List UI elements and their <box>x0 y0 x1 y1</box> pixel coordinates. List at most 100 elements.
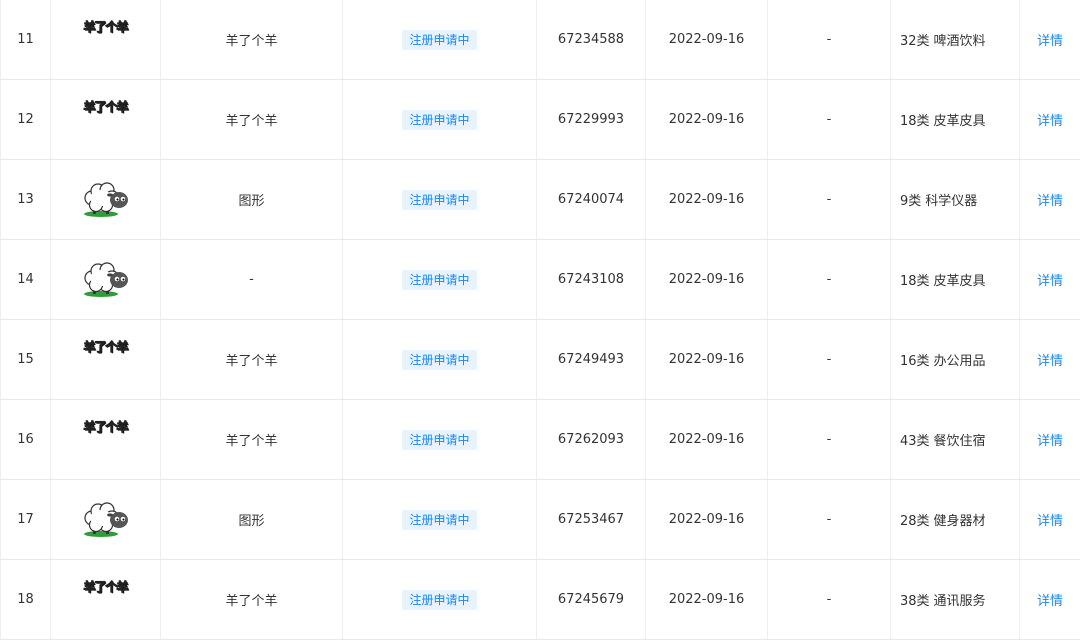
empty-field: - <box>767 399 891 480</box>
application-date: 2022-09-16 <box>645 479 768 560</box>
status-cell: 注册申请中 <box>342 159 537 240</box>
class-number: 38类 <box>900 594 930 609</box>
trademark-name: 羊了个羊 <box>160 0 343 80</box>
trademark-logo[interactable]: 羊了个羊 <box>50 79 161 160</box>
class-number: 18类 <box>900 114 930 129</box>
row-number: 14 <box>0 239 51 320</box>
class-cell: 18类 皮革皮具 <box>890 79 1020 160</box>
trademark-name-text: 羊了个羊 <box>225 434 278 449</box>
status-cell: 注册申请中 <box>342 559 537 640</box>
row-number-text: 18 <box>17 592 34 607</box>
application-date-text: 2022-09-16 <box>668 432 745 447</box>
logo-slot <box>80 261 132 304</box>
trademark-name: 图形 <box>160 479 343 560</box>
detail-link[interactable]: 详情 <box>1037 194 1063 209</box>
application-date-text: 2022-09-16 <box>668 592 745 607</box>
logo-slot <box>80 181 132 224</box>
application-date: 2022-09-16 <box>645 159 768 240</box>
status-badge: 注册申请中 <box>402 189 477 210</box>
registration-number-text: 67243108 <box>557 272 625 287</box>
table-row: 13 图形 注册申请中 67240074 2022-09-16 - 9类 科学仪器… <box>0 159 1080 240</box>
detail-link[interactable]: 详情 <box>1037 354 1063 369</box>
table-row: 17 图形 注册申请中 67253467 2022-09-16 - 28类 健身器… <box>0 479 1080 560</box>
row-number-text: 16 <box>17 432 34 447</box>
application-date: 2022-09-16 <box>645 559 768 640</box>
empty-field-text: - <box>826 32 832 47</box>
detail-cell: 详情 <box>1019 159 1080 240</box>
trademark-logo[interactable]: 羊了个羊 <box>50 559 161 640</box>
row-number-text: 11 <box>17 32 34 47</box>
trademark-name: 羊了个羊 <box>160 319 343 400</box>
trademark-logo[interactable]: 羊了个羊 <box>50 319 161 400</box>
status-cell: 注册申请中 <box>342 0 537 80</box>
status-badge: 注册申请中 <box>402 29 477 50</box>
detail-cell: 详情 <box>1019 319 1080 400</box>
trademark-logo[interactable] <box>50 239 161 320</box>
detail-cell: 详情 <box>1019 559 1080 640</box>
row-number-text: 13 <box>17 192 34 207</box>
trademark-name-text: 图形 <box>238 514 265 529</box>
trademark-logo[interactable]: 羊了个羊 <box>50 0 161 80</box>
wordmark-logo: 羊了个羊 <box>83 20 129 35</box>
application-date: 2022-09-16 <box>645 319 768 400</box>
application-date-text: 2022-09-16 <box>668 112 745 127</box>
registration-number: 67245679 <box>536 559 646 640</box>
application-date-text: 2022-09-16 <box>668 272 745 287</box>
logo-slot: 羊了个羊 <box>83 340 129 368</box>
trademark-table: 11 羊了个羊 羊了个羊 注册申请中 67234588 2022-09-16 -… <box>0 0 1080 640</box>
trademark-logo[interactable]: 羊了个羊 <box>50 399 161 480</box>
detail-link[interactable]: 详情 <box>1037 274 1063 289</box>
class-name: 皮革皮具 <box>933 274 986 289</box>
detail-link[interactable]: 详情 <box>1037 514 1063 529</box>
application-date-text: 2022-09-16 <box>668 32 745 47</box>
class-cell: 43类 餐饮住宿 <box>890 399 1020 480</box>
row-number: 13 <box>0 159 51 240</box>
empty-field: - <box>767 559 891 640</box>
detail-link[interactable]: 详情 <box>1037 114 1063 129</box>
class-name: 办公用品 <box>933 354 986 369</box>
class-cell: 9类 科学仪器 <box>890 159 1020 240</box>
trademark-name-text: 羊了个羊 <box>225 34 278 49</box>
registration-number-text: 67245679 <box>557 592 625 607</box>
registration-number: 67240074 <box>536 159 646 240</box>
table-row: 18 羊了个羊 羊了个羊 注册申请中 67245679 2022-09-16 -… <box>0 559 1080 640</box>
logo-slot: 羊了个羊 <box>83 20 129 48</box>
wordmark-logo: 羊了个羊 <box>83 580 129 595</box>
empty-field: - <box>767 319 891 400</box>
class-name: 啤酒饮料 <box>933 34 986 49</box>
empty-field: - <box>767 79 891 160</box>
logo-slot: 羊了个羊 <box>83 100 129 128</box>
empty-field-text: - <box>826 112 832 127</box>
status-cell: 注册申请中 <box>342 479 537 560</box>
class-cell: 28类 健身器材 <box>890 479 1020 560</box>
detail-link[interactable]: 详情 <box>1037 34 1063 49</box>
sheep-logo-icon <box>83 181 128 217</box>
trademark-name: - <box>160 239 343 320</box>
trademark-name-text: 羊了个羊 <box>225 354 278 369</box>
row-number-text: 15 <box>17 352 34 367</box>
wordmark-logo: 羊了个羊 <box>83 420 129 435</box>
status-cell: 注册申请中 <box>342 319 537 400</box>
detail-cell: 详情 <box>1019 239 1080 320</box>
class-number: 16类 <box>900 354 930 369</box>
class-number: 28类 <box>900 514 930 529</box>
logo-slot: 羊了个羊 <box>83 420 129 448</box>
detail-link[interactable]: 详情 <box>1037 434 1063 449</box>
empty-field-text: - <box>826 272 832 287</box>
empty-field-text: - <box>826 352 832 367</box>
table-row: 11 羊了个羊 羊了个羊 注册申请中 67234588 2022-09-16 -… <box>0 0 1080 80</box>
detail-link[interactable]: 详情 <box>1037 594 1063 609</box>
status-cell: 注册申请中 <box>342 239 537 320</box>
trademark-logo[interactable] <box>50 159 161 240</box>
class-name: 餐饮住宿 <box>933 434 986 449</box>
trademark-table-body: 11 羊了个羊 羊了个羊 注册申请中 67234588 2022-09-16 -… <box>0 0 1080 640</box>
trademark-logo[interactable] <box>50 479 161 560</box>
row-number-text: 17 <box>17 512 34 527</box>
empty-field-text: - <box>826 192 832 207</box>
application-date-text: 2022-09-16 <box>668 512 745 527</box>
empty-field-text: - <box>826 512 832 527</box>
application-date-text: 2022-09-16 <box>668 192 745 207</box>
class-number: 18类 <box>900 274 930 289</box>
application-date-text: 2022-09-16 <box>668 352 745 367</box>
trademark-name-text: - <box>249 272 254 287</box>
